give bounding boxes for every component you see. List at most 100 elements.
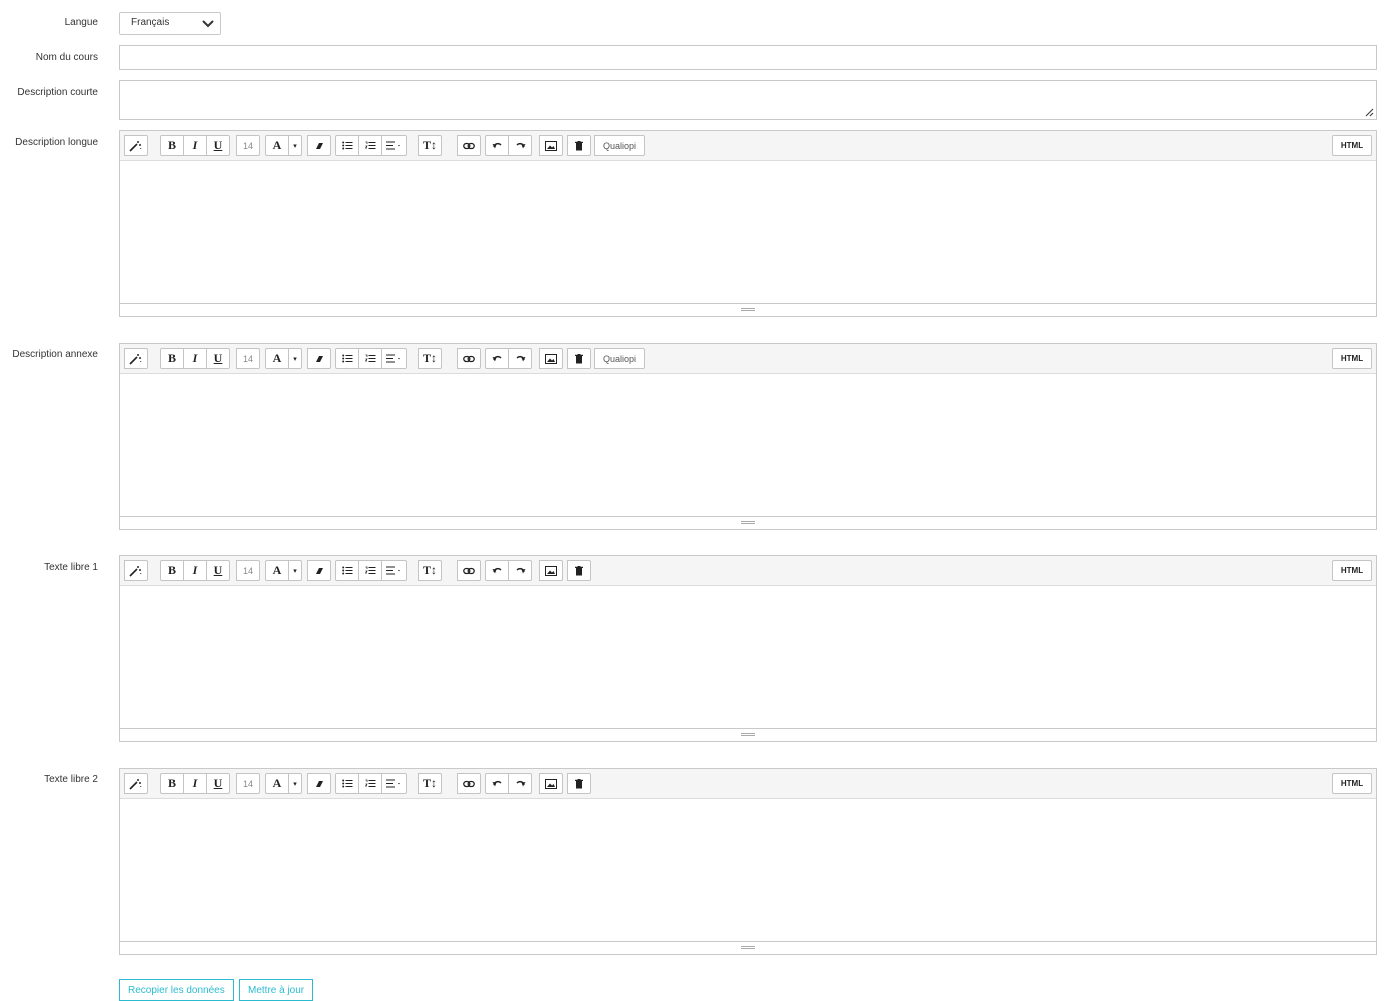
bold-button[interactable]: B [160, 560, 184, 581]
editor-content[interactable] [120, 586, 1376, 728]
editor-resize-bar[interactable] [120, 516, 1376, 529]
undo-button[interactable] [485, 348, 509, 369]
link-button[interactable] [457, 773, 481, 794]
drag-handle-icon [741, 946, 755, 949]
editor-label: Texte libre 1 [44, 562, 98, 573]
qualiopi-button[interactable]: Qualiopi [594, 135, 646, 156]
description-courte-textarea[interactable] [119, 80, 1377, 120]
font-color-button[interactable]: A [265, 348, 289, 369]
bold-button[interactable]: B [160, 348, 184, 369]
font-color-dropdown[interactable]: ▾ [288, 135, 302, 156]
image-button[interactable] [539, 135, 563, 156]
align-button[interactable] [381, 135, 407, 156]
bold-button[interactable]: B [160, 135, 184, 156]
bullet-list-button[interactable] [335, 348, 359, 369]
update-button[interactable]: Mettre à jour [239, 979, 314, 1001]
numbered-list-button[interactable] [358, 348, 382, 369]
drag-handle-icon [741, 733, 755, 736]
clear-format-button[interactable] [307, 135, 331, 156]
undo-button[interactable] [485, 135, 509, 156]
redo-button[interactable] [508, 348, 532, 369]
align-button[interactable] [381, 348, 407, 369]
image-button[interactable] [539, 348, 563, 369]
font-color-dropdown[interactable]: ▾ [288, 348, 302, 369]
font-color-dropdown[interactable]: ▾ [288, 560, 302, 581]
undo-icon [492, 566, 503, 575]
italic-button[interactable]: I [183, 773, 207, 794]
font-color-button[interactable]: A [265, 560, 289, 581]
delete-button[interactable] [567, 348, 591, 369]
editor-content[interactable] [120, 374, 1376, 516]
clear-format-button[interactable] [307, 773, 331, 794]
numbered-list-button[interactable] [358, 773, 382, 794]
redo-button[interactable] [508, 773, 532, 794]
qualiopi-button[interactable]: Qualiopi [594, 348, 646, 369]
bullet-list-button[interactable] [335, 135, 359, 156]
font-size-button[interactable]: 14 [236, 348, 260, 369]
style-button[interactable] [124, 348, 148, 369]
numbered-list-button[interactable] [358, 560, 382, 581]
link-button[interactable] [457, 348, 481, 369]
italic-button[interactable]: I [183, 348, 207, 369]
line-height-button[interactable]: T↕ [418, 773, 443, 794]
undo-button[interactable] [485, 773, 509, 794]
nom-du-cours-input[interactable] [119, 45, 1377, 70]
line-height-button[interactable]: T↕ [418, 348, 443, 369]
magic-wand-icon [129, 565, 143, 577]
eraser-icon [314, 566, 324, 576]
delete-button[interactable] [567, 773, 591, 794]
line-height-button[interactable]: T↕ [418, 135, 443, 156]
copy-data-button[interactable]: Recopier les données [119, 979, 234, 1001]
underline-button[interactable]: U [206, 560, 230, 581]
align-button[interactable] [381, 560, 407, 581]
bullet-list-button[interactable] [335, 773, 359, 794]
line-height-button[interactable]: T↕ [418, 560, 443, 581]
font-size-button[interactable]: 14 [236, 135, 260, 156]
align-icon [386, 354, 402, 363]
font-size-button[interactable]: 14 [236, 560, 260, 581]
link-button[interactable] [457, 135, 481, 156]
editor-resize-bar[interactable] [120, 303, 1376, 316]
numbered-list-button[interactable] [358, 135, 382, 156]
clear-format-button[interactable] [307, 348, 331, 369]
eraser-icon [314, 779, 324, 789]
delete-button[interactable] [567, 560, 591, 581]
resize-handle-icon[interactable] [1364, 107, 1374, 117]
redo-button[interactable] [508, 135, 532, 156]
font-color-button[interactable]: A [265, 773, 289, 794]
rich-text-editor: B I U 14 A ▾ T↕ Qualiopi HTML [119, 343, 1377, 530]
editor-resize-bar[interactable] [120, 728, 1376, 741]
style-button[interactable] [124, 560, 148, 581]
html-view-button[interactable]: HTML [1332, 560, 1372, 581]
editor-content[interactable] [120, 161, 1376, 303]
underline-button[interactable]: U [206, 773, 230, 794]
editor-content[interactable] [120, 799, 1376, 941]
italic-button[interactable]: I [183, 135, 207, 156]
image-button[interactable] [539, 773, 563, 794]
font-color-button[interactable]: A [265, 135, 289, 156]
editor-toolbar: B I U 14 A ▾ T↕ HTML [120, 556, 1376, 586]
font-size-button[interactable]: 14 [236, 773, 260, 794]
editor-label: Description longue [15, 137, 98, 148]
html-view-button[interactable]: HTML [1332, 773, 1372, 794]
numbered-list-icon [364, 779, 376, 788]
link-button[interactable] [457, 560, 481, 581]
style-button[interactable] [124, 773, 148, 794]
editor-resize-bar[interactable] [120, 941, 1376, 954]
font-color-dropdown[interactable]: ▾ [288, 773, 302, 794]
clear-format-button[interactable] [307, 560, 331, 581]
html-view-button[interactable]: HTML [1332, 135, 1372, 156]
underline-button[interactable]: U [206, 135, 230, 156]
italic-button[interactable]: I [183, 560, 207, 581]
html-view-button[interactable]: HTML [1332, 348, 1372, 369]
underline-button[interactable]: U [206, 348, 230, 369]
delete-button[interactable] [567, 135, 591, 156]
style-button[interactable] [124, 135, 148, 156]
image-button[interactable] [539, 560, 563, 581]
bold-button[interactable]: B [160, 773, 184, 794]
redo-button[interactable] [508, 560, 532, 581]
langue-select[interactable]: Français [119, 12, 221, 35]
undo-button[interactable] [485, 560, 509, 581]
bullet-list-button[interactable] [335, 560, 359, 581]
align-button[interactable] [381, 773, 407, 794]
